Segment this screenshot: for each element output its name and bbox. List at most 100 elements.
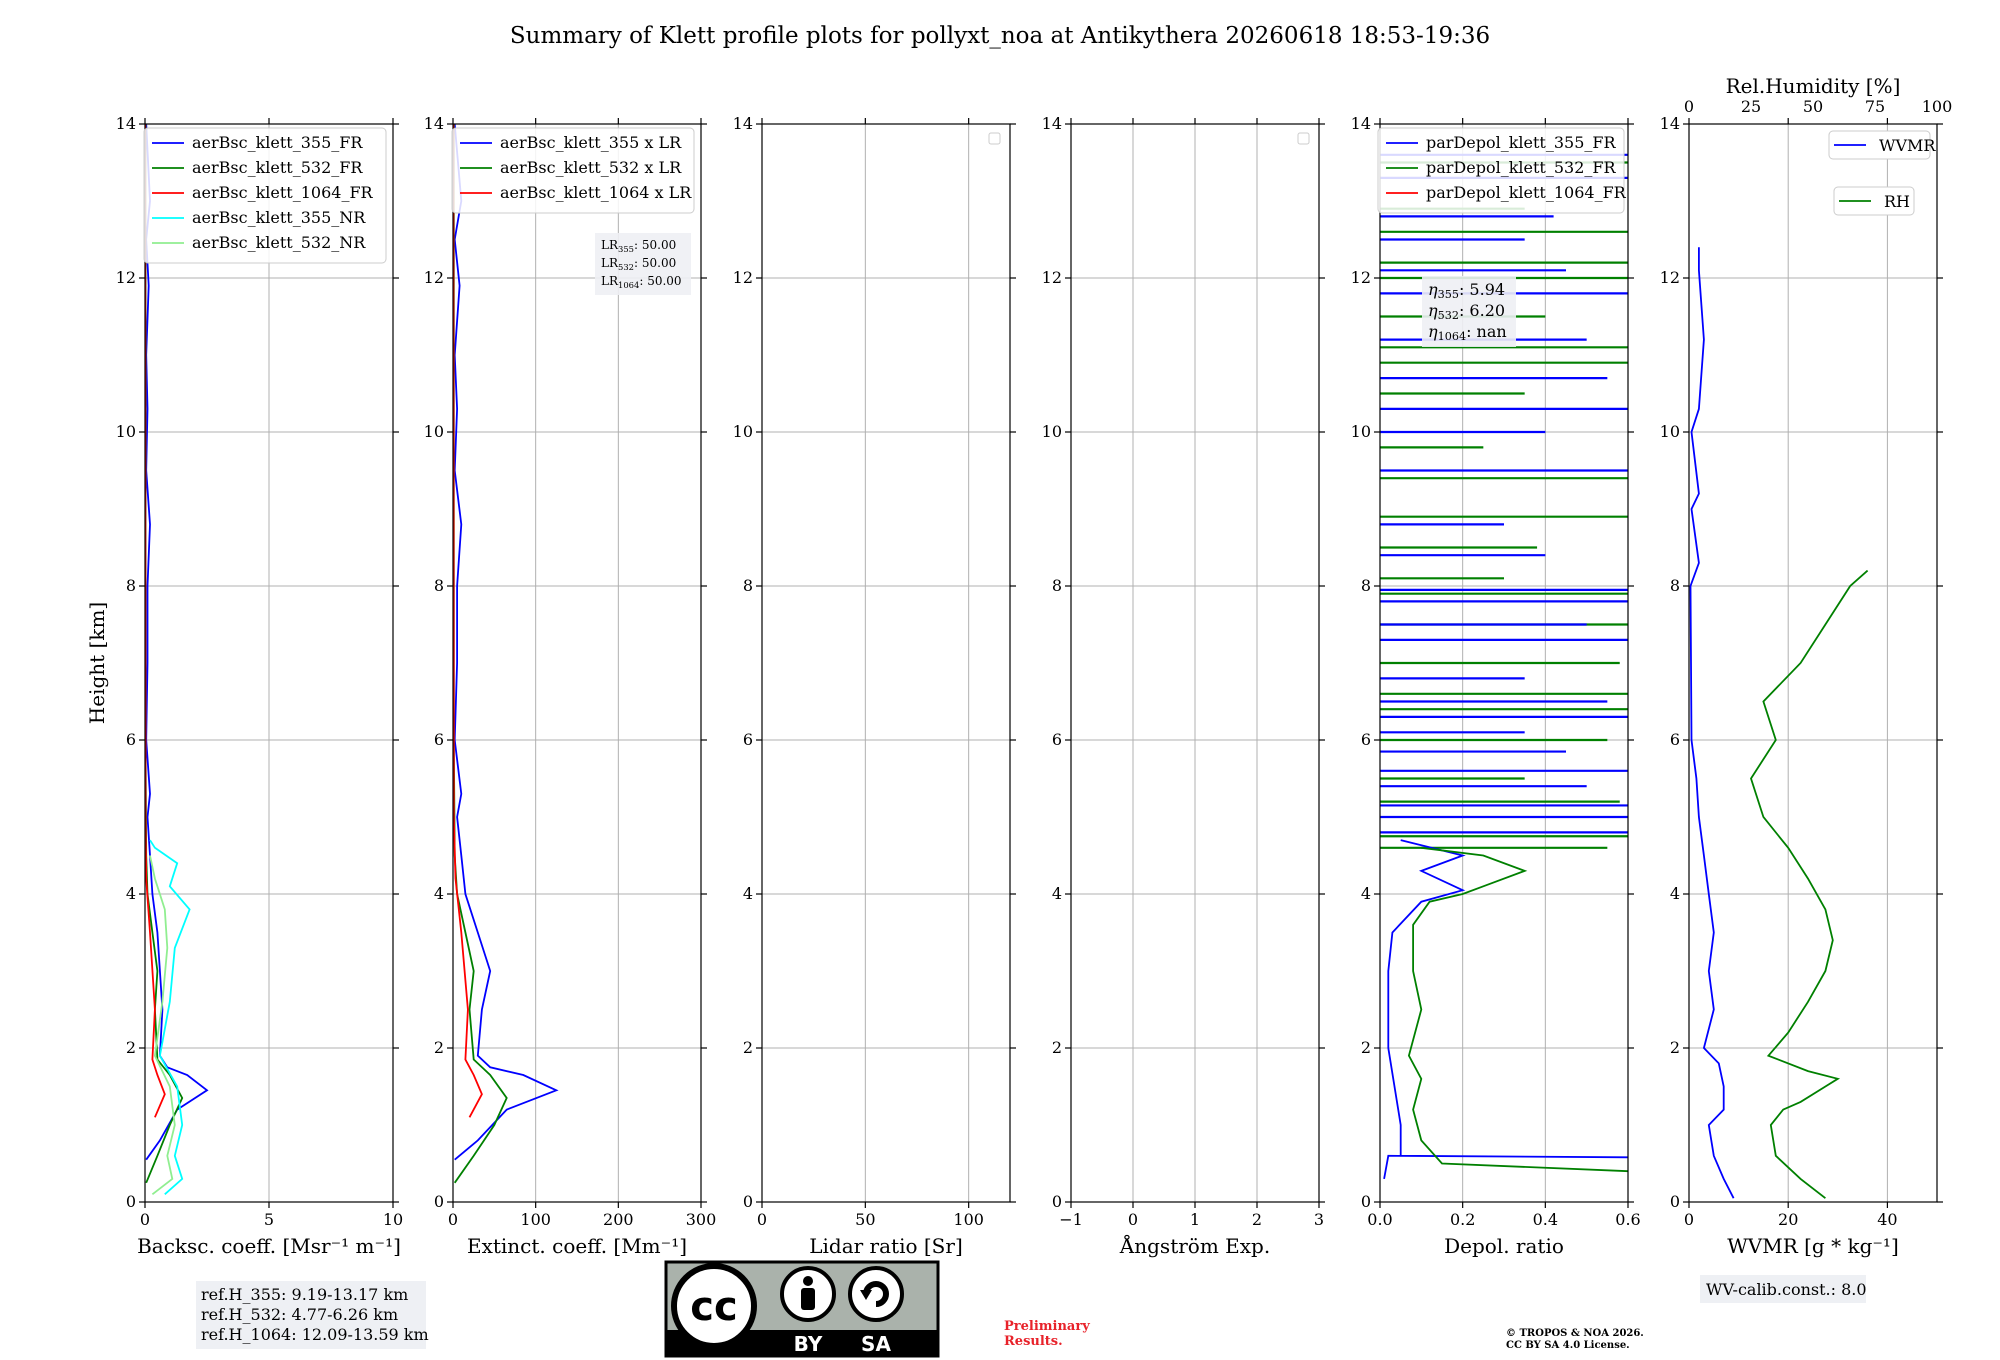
y-tick-label: 6	[434, 730, 444, 749]
sa-share-icon	[848, 1266, 904, 1322]
y-tick-label: 12	[1351, 268, 1371, 287]
y-tick-label: 2	[743, 1038, 753, 1057]
y-tick-label: 2	[126, 1038, 136, 1057]
y-tick-label: 14	[1660, 114, 1680, 133]
y-tick-label: 10	[116, 422, 136, 441]
y-tick-label: 4	[1670, 884, 1680, 903]
legend-label: aerBsc_klett_355_FR	[192, 133, 363, 152]
y-tick-label: 0	[126, 1192, 136, 1211]
y-tick-label: 0	[1361, 1192, 1371, 1211]
x-tick-label: 2	[1252, 1210, 1262, 1229]
legend-label: aerBsc_klett_532_NR	[192, 233, 366, 252]
legend-label: RH	[1884, 192, 1910, 211]
x-tick-label: 50	[855, 1210, 875, 1229]
x-tick-label: 0	[448, 1210, 458, 1229]
legend-label: aerBsc_klett_1064_FR	[192, 183, 374, 202]
legend-label: parDepol_klett_355_FR	[1426, 133, 1617, 152]
x-axis-label: Ångström Exp.	[1119, 1233, 1270, 1258]
y-tick-label: 4	[126, 884, 136, 903]
panel-extinction: 0 2 4 6 8 10 12 14 0 100 200 300 Extinct. coeff. [Mm…	[424, 114, 717, 1258]
y-tick-label: 12	[1660, 268, 1680, 287]
x-tick-label: 0	[140, 1210, 150, 1229]
x-tick-label: 5	[264, 1210, 274, 1229]
y-tick-label: 2	[1052, 1038, 1062, 1057]
y-tick-label: 14	[424, 114, 444, 133]
y-tick-label: 12	[116, 268, 136, 287]
x-tick-label: 0.0	[1367, 1210, 1392, 1229]
y-tick-label: 14	[733, 114, 753, 133]
panel-backscatter: 0 2 4 6 8 10 12 14 0 5 10 Backsc. coeff. [Msr⁻¹ m⁻¹…	[85, 114, 429, 1349]
legend-label: aerBsc_klett_355 x LR	[500, 133, 682, 152]
empty-legend-box	[988, 132, 1001, 145]
top-x-tick-label: 50	[1803, 97, 1823, 116]
legend-label: aerBsc_klett_355_NR	[192, 208, 366, 227]
y-tick-label: 6	[1052, 730, 1062, 749]
x-axis-label: Backsc. coeff. [Msr⁻¹ m⁻¹]	[137, 1234, 401, 1258]
top-x-tick-label: 25	[1741, 97, 1761, 116]
legend-label: aerBsc_klett_1064 x LR	[500, 183, 692, 202]
annotation: LR355: 50.00 LR532: 50.00 LR1064: 50.00	[595, 233, 691, 295]
y-tick-label: 4	[743, 884, 753, 903]
x-tick-label: 0	[757, 1210, 767, 1229]
y-tick-label: 10	[1660, 422, 1680, 441]
y-tick-label: 0	[434, 1192, 444, 1211]
y-tick-label: 4	[434, 884, 444, 903]
y-tick-label: 10	[1042, 422, 1062, 441]
y-tick-label: 2	[1361, 1038, 1371, 1057]
sa-label: SA	[861, 1332, 891, 1356]
x-tick-label: 0.6	[1615, 1210, 1640, 1229]
y-tick-label: 2	[1670, 1038, 1680, 1057]
series-line-0	[1689, 247, 1735, 1199]
legend: parDepol_klett_355_FR parDepol_klett_532_…	[1377, 127, 1627, 214]
klett-summary-figure: Summary of Klett profile plots for polly…	[85, 23, 1952, 1358]
series-line-1	[1750, 569, 1869, 1199]
legend-label: aerBsc_klett_532 x LR	[500, 158, 682, 177]
y-tick-label: 14	[1351, 114, 1371, 133]
cc-label: cc	[690, 1284, 737, 1330]
top-x-tick-label: 0	[1684, 97, 1694, 116]
series-line-1	[145, 124, 184, 1184]
preliminary-note-line2: Results.	[1004, 1334, 1063, 1349]
y-tick-label: 12	[1042, 268, 1062, 287]
y-tick-label: 4	[1361, 884, 1371, 903]
x-tick-label: 3	[1314, 1210, 1324, 1229]
wv-calib-label: WV-calib.const.: 8.0	[1706, 1280, 1867, 1299]
copyright-line2: CC BY SA 4.0 License.	[1506, 1340, 1630, 1351]
y-tick-label: 8	[1670, 576, 1680, 595]
panel-angstrom: 02468101214−1 0 1 2 3Ångström Exp.	[1042, 114, 1325, 1258]
ref-height-label: ref.H_1064: 12.09-13.59 km	[201, 1325, 429, 1344]
x-tick-label: −1	[1059, 1210, 1083, 1229]
x-tick-label: 300	[686, 1210, 717, 1229]
legend-label: parDepol_klett_1064_FR	[1426, 183, 1627, 202]
lidar-ratio-label: LR355: 50.00	[601, 238, 676, 254]
data-layer	[453, 124, 559, 1184]
y-axis-label: Height [km]	[85, 602, 109, 724]
data-layer	[1689, 247, 1869, 1199]
legend: aerBsc_klett_355_FR aerBsc_klett_532_FRae…	[143, 127, 387, 264]
data-layer	[145, 124, 209, 1196]
legend-rh: RH	[1833, 186, 1915, 216]
panel-lidar-ratio: 0 2 4 6 8 10 12 14 0 50 100 Lidar ratio [Sr]	[733, 114, 1016, 1258]
panel-water-vapor: 024681012140 20 400 25 50 75 100Rel.Humidity […	[1660, 74, 1952, 1303]
figure-title: Summary of Klett profile plots for polly…	[510, 23, 1490, 49]
legend-label: WVMR	[1879, 136, 1936, 155]
y-tick-label: 14	[1042, 114, 1062, 133]
y-tick-label: 6	[126, 730, 136, 749]
copyright-line1: © TROPOS & NOA 2026.	[1506, 1328, 1644, 1339]
axes-frame	[761, 123, 1011, 1203]
x-tick-label: 0	[1128, 1210, 1138, 1229]
ref-height-label: ref.H_532: 4.77-6.26 km	[201, 1305, 398, 1324]
y-tick-label: 8	[1361, 576, 1371, 595]
legend-label: parDepol_klett_532_FR	[1426, 158, 1617, 177]
x-tick-label: 100	[953, 1210, 984, 1229]
x-tick-label: 100	[520, 1210, 551, 1229]
y-tick-label: 8	[743, 576, 753, 595]
by-label: BY	[794, 1332, 823, 1356]
lidar-ratio-label: LR1064: 50.00	[601, 274, 682, 290]
y-tick-label: 8	[1052, 576, 1062, 595]
panel-depolarization: 0 2 4 6 8 10 12 14 0.0 0.2 0.4 0.6 Depol. ratio parDe…	[1351, 114, 1641, 1258]
y-tick-label: 6	[1361, 730, 1371, 749]
x-tick-label: 0	[1684, 1210, 1694, 1229]
x-tick-label: 1	[1190, 1210, 1200, 1229]
x-tick-label: 0.4	[1533, 1210, 1558, 1229]
